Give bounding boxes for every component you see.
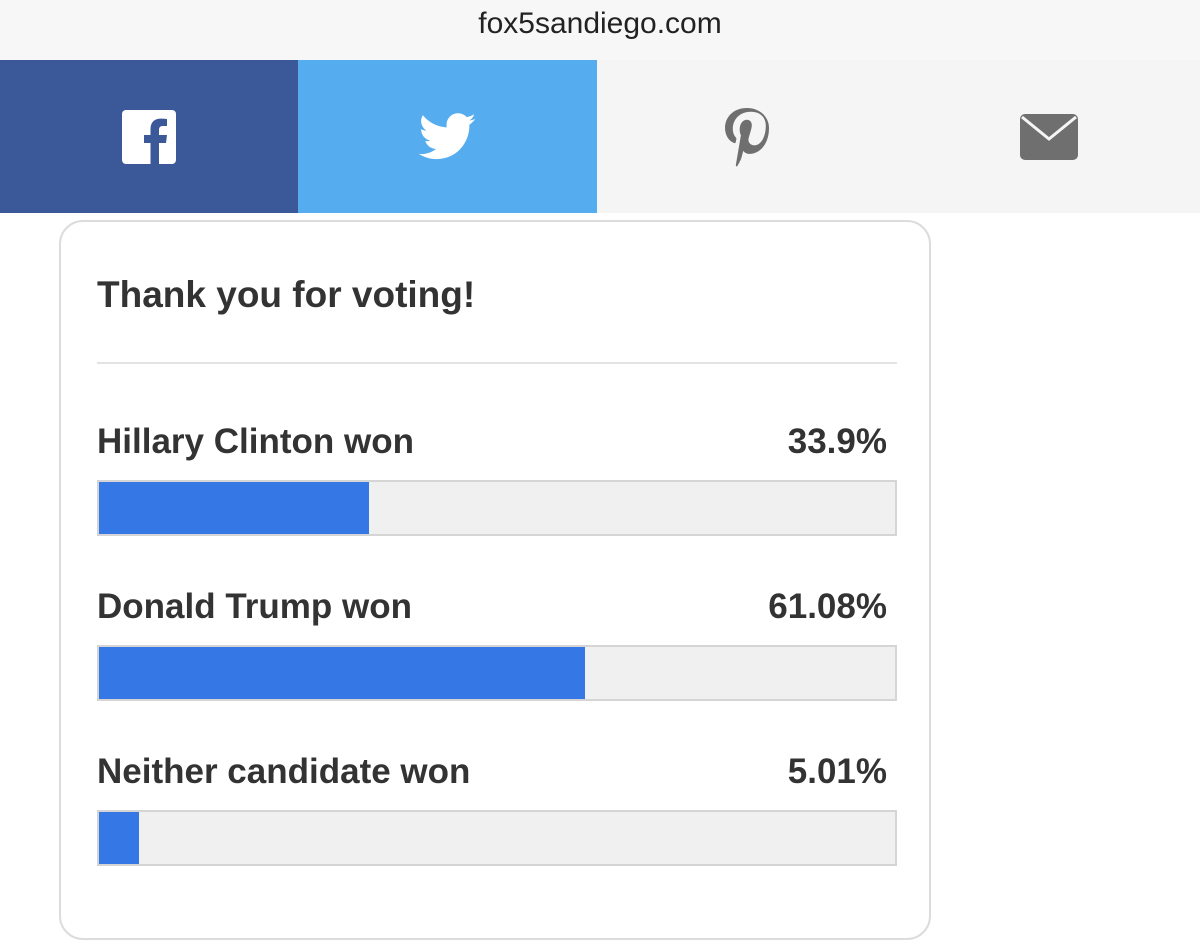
pinterest-icon bbox=[725, 107, 769, 166]
option-percent: 5.01% bbox=[787, 752, 887, 791]
option-percent: 61.08% bbox=[768, 587, 887, 626]
poll-option: Neither candidate won 5.01% bbox=[97, 752, 897, 866]
facebook-share-button[interactable] bbox=[0, 60, 298, 213]
address-bar[interactable]: fox5sandiego.com bbox=[0, 0, 1200, 60]
result-bar-track bbox=[97, 810, 897, 866]
poll-option: Hillary Clinton won 33.9% bbox=[97, 422, 897, 536]
url-text: fox5sandiego.com bbox=[478, 7, 722, 40]
option-label: Donald Trump won bbox=[97, 587, 412, 626]
facebook-icon bbox=[122, 109, 176, 164]
pinterest-share-button[interactable] bbox=[597, 60, 897, 213]
poll-results-card: Thank you for voting! Hillary Clinton wo… bbox=[59, 220, 931, 940]
result-bar-track bbox=[97, 480, 897, 536]
twitter-share-button[interactable] bbox=[298, 60, 597, 213]
share-bar bbox=[0, 60, 1200, 213]
email-share-button[interactable] bbox=[897, 60, 1200, 213]
result-bar-fill bbox=[99, 647, 586, 699]
divider bbox=[97, 362, 897, 364]
email-icon bbox=[1019, 113, 1078, 160]
result-bar-fill bbox=[99, 812, 139, 864]
poll-title: Thank you for voting! bbox=[97, 274, 476, 315]
option-label: Neither candidate won bbox=[97, 752, 471, 791]
poll-option: Donald Trump won 61.08% bbox=[97, 587, 897, 701]
option-label: Hillary Clinton won bbox=[97, 422, 414, 461]
result-bar-track bbox=[97, 645, 897, 701]
twitter-icon bbox=[418, 112, 476, 159]
option-percent: 33.9% bbox=[787, 422, 887, 461]
result-bar-fill bbox=[99, 482, 369, 534]
